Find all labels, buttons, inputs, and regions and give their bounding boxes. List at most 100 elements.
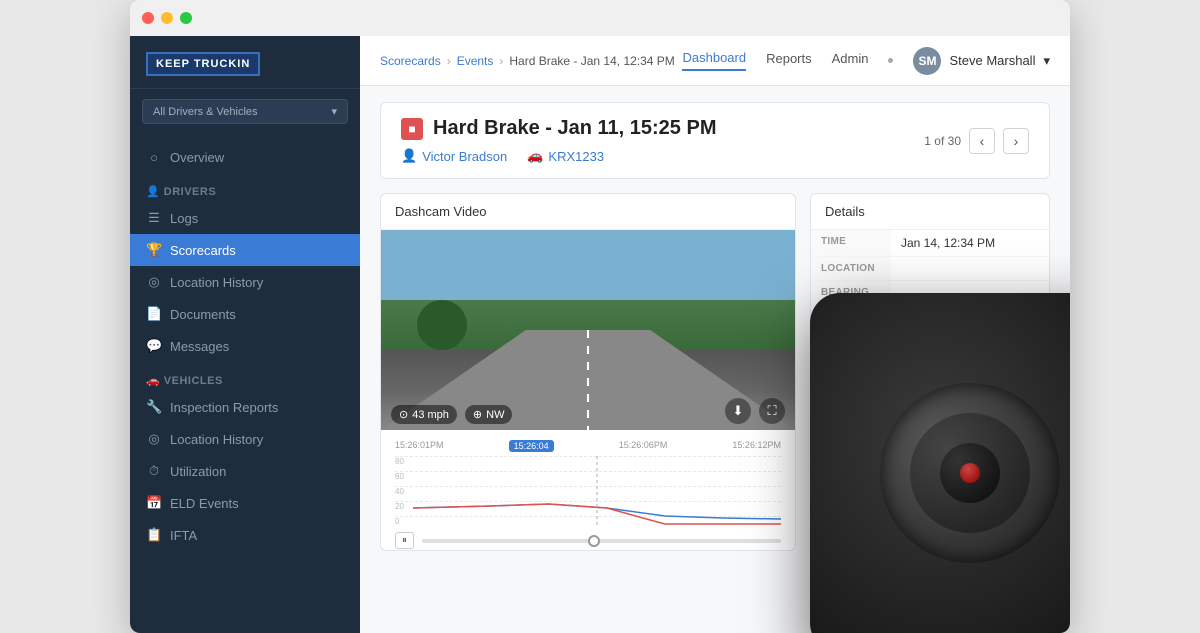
sidebar-item-label: Overview [170,150,224,165]
sidebar-item-location-history-drivers[interactable]: ◎ Location History [130,266,360,298]
driver-name: Victor Bradson [422,149,507,164]
location-icon: ◎ [146,274,162,290]
close-button[interactable] [142,12,154,24]
trees-left [402,290,482,350]
hard-brake-icon: ■ [401,118,423,140]
group-icon: 👤 [146,186,160,198]
pagination-count: 1 of 30 [924,134,961,148]
sidebar-item-messages[interactable]: 💬 Messages [130,330,360,362]
sidebar-item-label: IFTA [170,528,197,543]
sidebar-item-label: Scorecards [170,243,236,258]
sidebar-item-label: Inspection Reports [170,400,278,415]
overview-icon: ○ [146,150,162,165]
vehicles-group-label: 🚗 Vehicles [130,362,360,391]
fullscreen-button[interactable]: ⛶ [759,398,785,424]
sidebar-item-label: Location History [170,432,263,447]
detail-key-time: TIME [811,230,891,256]
dashcam-section: Dashcam Video [380,193,796,551]
sidebar-nav: ○ Overview 👤 Drivers ☰ Logs 🏆 Scorecards… [130,142,360,551]
breadcrumb-scorecards[interactable]: Scorecards [380,54,441,68]
sidebar-item-inspection-reports[interactable]: 🔧 Inspection Reports [130,391,360,423]
compass-icon: ⊕ [473,408,482,421]
drivers-group-label: 👤 Drivers [130,173,360,202]
speedometer-icon: ⊙ [399,408,408,421]
sidebar-item-location-history-vehicles[interactable]: ◎ Location History [130,423,360,455]
minimize-button[interactable] [161,12,173,24]
user-menu[interactable]: SM Steve Marshall ▾ [913,47,1050,75]
sidebar-item-utilization[interactable]: ⏱ Utilization [130,455,360,487]
sidebar-item-logs[interactable]: ☰ Logs [130,202,360,234]
sidebar-item-label: Logs [170,211,198,226]
breadcrumb: Scorecards › Events › Hard Brake - Jan 1… [380,54,675,68]
camera-lens-core [960,463,980,483]
details-title: Details [811,194,1049,230]
nav-admin[interactable]: Admin [832,51,869,70]
nav-dashboard[interactable]: Dashboard [682,50,746,71]
chart-time-1: 15:26:01PM [395,440,444,452]
title-bar [130,0,1070,36]
pagination: 1 of 30 ‹ › [924,128,1029,154]
breadcrumb-events[interactable]: Events [457,54,494,68]
sidebar-item-overview[interactable]: ○ Overview [130,142,360,173]
utilization-icon: ⏱ [146,463,162,479]
app-window: KEEP TRUCKIN All Drivers & Vehicles ▾ ○ … [130,0,1070,633]
eld-icon: 📅 [146,495,162,511]
sidebar-item-label: ELD Events [170,496,239,511]
sidebar-item-scorecards[interactable]: 🏆 Scorecards [130,234,360,266]
prev-page-button[interactable]: ‹ [969,128,995,154]
driver-icon: 👤 [401,148,417,164]
scorecards-icon: 🏆 [146,242,162,258]
scrubber-track[interactable] [422,539,781,543]
documents-icon: 📄 [146,306,162,322]
filter-section: All Drivers & Vehicles ▾ [130,89,360,134]
nav-reports[interactable]: Reports [766,51,812,70]
video-container: ⊙ 43 mph ⊕ NW ⬇ [381,230,795,430]
filter-label: All Drivers & Vehicles [153,106,258,118]
next-page-button[interactable]: › [1003,128,1029,154]
maximize-button[interactable] [180,12,192,24]
sidebar-item-ifta[interactable]: 📋 IFTA [130,519,360,551]
user-chevron-icon: ▾ [1043,53,1050,69]
breadcrumb-arrow: › [447,54,451,68]
detail-row-time: TIME Jan 14, 12:34 PM [811,230,1049,257]
chart-play-button[interactable]: ⏸ [395,532,414,549]
chart-svg [413,456,781,526]
sidebar-item-label: Documents [170,307,236,322]
camera-device [810,293,1070,633]
detail-val-time: Jan 14, 12:34 PM [891,230,1005,256]
driver-filter-button[interactable]: All Drivers & Vehicles ▾ [142,99,348,124]
video-controls: ⬇ ⛶ [725,398,785,424]
sidebar-item-eld-events[interactable]: 📅 ELD Events [130,487,360,519]
inspection-icon: 🔧 [146,399,162,415]
sidebar-item-label: Messages [170,339,229,354]
location-icon: ◎ [146,431,162,447]
sidebar-item-documents[interactable]: 📄 Documents [130,298,360,330]
scrubber-thumb[interactable] [588,535,600,547]
chart-section: 15:26:01PM 15:26:04 15:26:06PM 15:26:12P… [381,430,795,550]
event-title: Hard Brake - Jan 11, 15:25 PM [433,117,716,140]
avatar: SM [913,47,941,75]
chart-time-3: 15:26:06PM [619,440,668,452]
logo-keep: KEEP [156,58,194,70]
sidebar-logo: KEEP TRUCKIN [130,36,360,89]
speed-badge: ⊙ 43 mph [391,405,457,424]
vehicle-id: KRX1233 [548,149,604,164]
detail-val-location [891,257,911,280]
chart-area: 80 60 40 20 [395,456,781,526]
user-name: Steve Marshall [949,53,1035,68]
download-button[interactable]: ⬇ [725,398,751,424]
event-title-row: ■ Hard Brake - Jan 11, 15:25 PM [401,117,716,140]
breadcrumb-arrow: › [499,54,503,68]
topbar-nav: Dashboard Reports Admin SM Steve Marshal… [682,47,1050,75]
detail-row-location: LOCATION [811,257,1049,281]
vehicle-info[interactable]: 🚗 KRX1233 [527,148,604,164]
messages-icon: 💬 [146,338,162,354]
ifta-icon: 📋 [146,527,162,543]
camera-lens-outer [880,383,1060,563]
logo-truckin: TRUCKIN [194,58,251,70]
event-meta: 👤 Victor Bradson 🚗 KRX1233 [401,148,716,164]
nav-dot [888,58,893,63]
driver-info[interactable]: 👤 Victor Bradson [401,148,507,164]
logs-icon: ☰ [146,210,162,226]
event-header: ■ Hard Brake - Jan 11, 15:25 PM 👤 Victor… [380,102,1050,179]
